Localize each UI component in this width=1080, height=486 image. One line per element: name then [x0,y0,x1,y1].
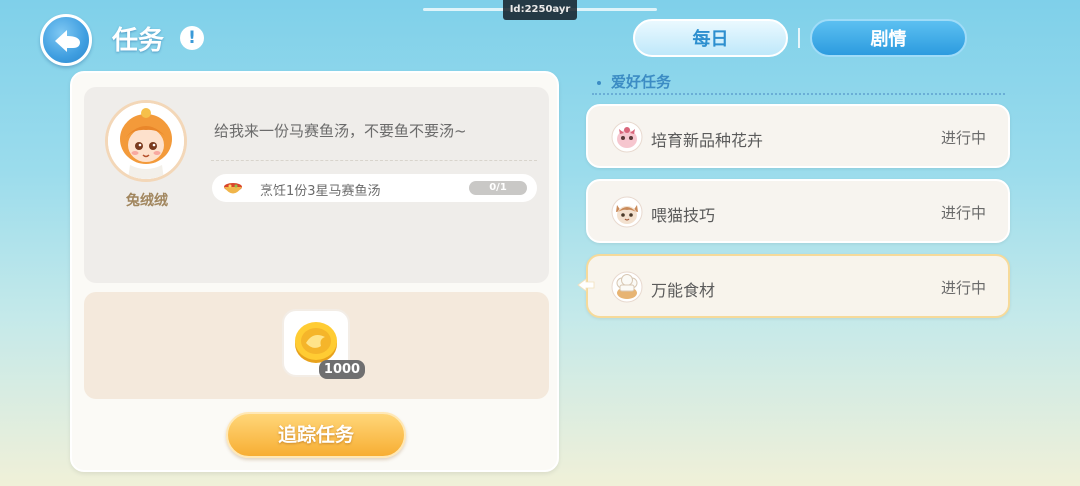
quest-name: 万能食材 [651,281,716,300]
npc-name: 兔绒绒 [126,193,168,209]
section-divider [592,93,1005,95]
npc-dialogue: 给我来一份马赛鱼汤，不要鱼不要汤~ [214,122,467,140]
section-title: 爱好任务 [611,73,672,91]
quest-status: 进行中 [940,129,986,147]
back-arrow-icon [55,30,80,52]
quest-status: 进行中 [940,279,986,297]
task-progress-badge: 0/1 [469,181,527,195]
dialogue-divider [211,160,537,161]
tab-divider [798,28,800,48]
info-icon[interactable]: ! [180,26,204,50]
page-title: 任务 [112,26,165,56]
chef-hat-icon [611,271,643,303]
task-objective-row: 烹饪1份3星马赛鱼汤 0/1 [212,174,537,202]
npc-avatar [105,100,187,182]
quest-request-box: 兔绒绒 给我来一份马赛鱼汤，不要鱼不要汤~ 烹饪1份3星马赛鱼汤 0/1 [84,87,549,283]
tab-daily[interactable]: 每日 [633,19,788,57]
gold-coin-icon [295,322,337,363]
quest-card-selected[interactable]: 万能食材 进行中 [586,254,1010,318]
cat-face-icon [611,196,643,228]
quest-name: 培育新品种花卉 [651,131,764,150]
quest-name: 喂猫技巧 [651,206,716,225]
soup-bowl-icon [224,183,242,194]
bunny-girl-portrait-icon [108,103,184,179]
selection-pointer-icon [577,278,595,292]
debug-id-label: Id:2250ayr [503,0,577,20]
quest-section-heading: 爱好任务 [597,71,671,92]
reward-box: 1000 [84,292,549,399]
reward-count: 1000 [319,360,365,379]
task-objective-text: 烹饪1份3星马赛鱼汤 [260,184,381,199]
tab-story[interactable]: 剧情 [810,19,967,57]
quest-card[interactable]: 喂猫技巧 进行中 [586,179,1010,243]
quest-status: 进行中 [940,204,986,222]
quest-card[interactable]: 培育新品种花卉 进行中 [586,104,1010,168]
bullet-dot [597,80,601,85]
track-quest-button[interactable]: 追踪任务 [226,412,406,458]
back-button[interactable] [40,14,92,66]
quest-detail-panel: 兔绒绒 给我来一份马赛鱼汤，不要鱼不要汤~ 烹饪1份3星马赛鱼汤 0/1 100… [70,71,559,472]
flower-pet-icon [611,121,643,153]
